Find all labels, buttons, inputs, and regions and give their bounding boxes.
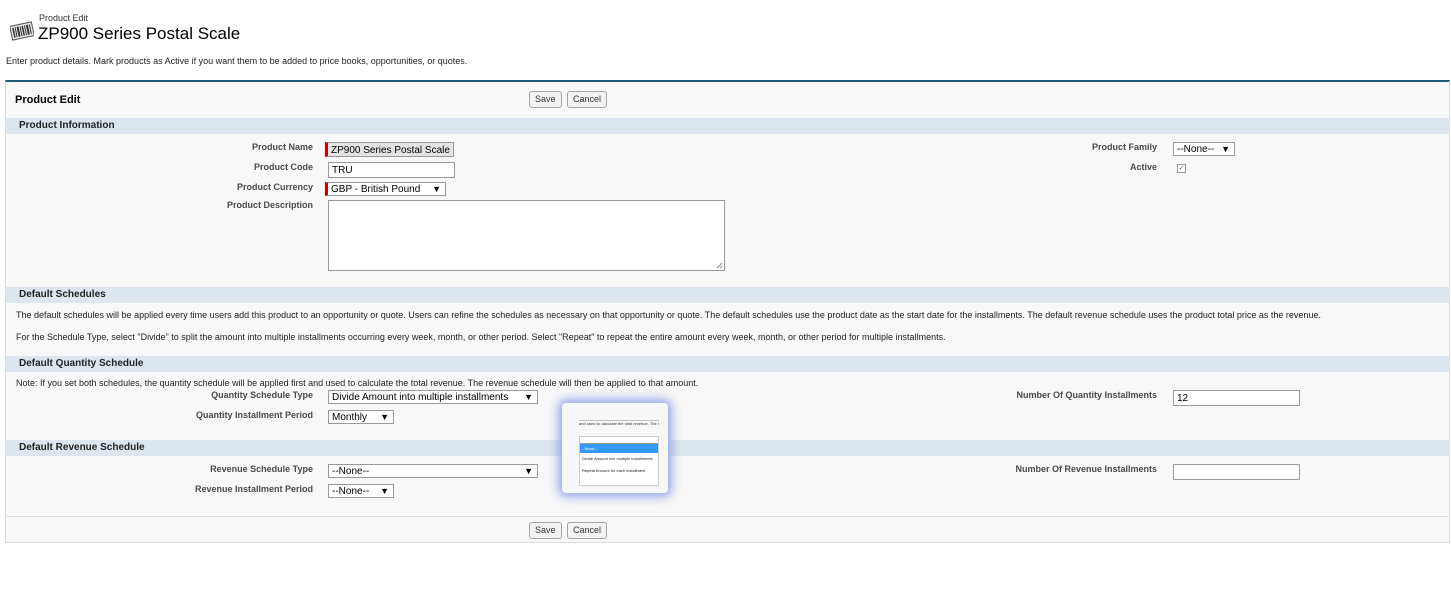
- popup-option-repeat[interactable]: Repeat Amount for each installment: [580, 465, 658, 477]
- chevron-down-icon: ▼: [380, 412, 389, 422]
- revenue-installments-input[interactable]: [1173, 464, 1300, 480]
- revenue-installments-label: Number Of Revenue Installments: [1015, 464, 1157, 474]
- chevron-down-icon: ▼: [432, 184, 441, 194]
- product-currency-value: GBP - British Pound: [331, 184, 421, 195]
- product-currency-label: Product Currency: [236, 182, 313, 192]
- revenue-schedule-type-select[interactable]: --None-- ▼: [328, 464, 538, 478]
- chevron-down-icon: ▼: [524, 392, 533, 402]
- cancel-button-bottom[interactable]: Cancel: [567, 522, 608, 539]
- schedules-description-1: The default schedules will be applied ev…: [16, 310, 1321, 320]
- product-family-label: Product Family: [1091, 142, 1157, 152]
- check-icon: ✓: [1178, 165, 1185, 172]
- intro-text: Enter product details. Mark products as …: [6, 56, 468, 66]
- revenue-schedule-type-value: --None--: [332, 466, 370, 477]
- product-description-label: Product Description: [226, 200, 313, 210]
- quantity-schedule-type-value: Divide Amount into multiple installments: [332, 392, 509, 403]
- product-name-label: Product Name: [251, 142, 313, 152]
- chevron-down-icon: ▼: [380, 486, 389, 496]
- page-title: ZP900 Series Postal Scale: [38, 24, 241, 43]
- product-description-textarea[interactable]: [328, 200, 725, 271]
- revenue-installment-period-value: --None--: [332, 486, 370, 497]
- quantity-schedule-type-select[interactable]: Divide Amount into multiple installments…: [328, 390, 538, 404]
- active-checkbox[interactable]: ✓: [1177, 164, 1186, 173]
- section-product-information: Product Information: [6, 118, 1450, 134]
- quantity-installment-period-value: Monthly: [332, 412, 368, 423]
- chevron-down-icon: ▼: [1221, 144, 1230, 154]
- barcode-icon: [10, 21, 34, 41]
- quantity-schedule-type-label: Quantity Schedule Type: [211, 390, 313, 400]
- product-name-value: ZP900 Series Postal Scale: [331, 145, 450, 156]
- product-currency-select[interactable]: GBP - British Pound ▼: [325, 182, 446, 196]
- panel-title: Product Edit: [15, 94, 81, 106]
- quantity-schedule-note: Note: If you set both schedules, the qua…: [16, 378, 699, 388]
- section-default-revenue-schedule: Default Revenue Schedule: [6, 440, 1450, 456]
- popup-option-none[interactable]: --None--: [580, 444, 658, 453]
- product-family-value: --None--: [1177, 144, 1215, 155]
- dropdown-zoom-popup: and used to calculate the total revenue.…: [562, 403, 668, 493]
- product-name-input[interactable]: ZP900 Series Postal Scale: [325, 142, 454, 157]
- revenue-installment-period-label: Revenue Installment Period: [194, 484, 313, 494]
- chevron-down-icon: ▼: [524, 466, 533, 476]
- quantity-installment-period-label: Quantity Installment Period: [195, 410, 313, 420]
- popup-select-preview: [580, 437, 658, 444]
- section-default-schedules: Default Schedules: [6, 287, 1450, 303]
- quantity-installment-period-select[interactable]: Monthly ▼: [328, 410, 394, 424]
- product-code-label: Product Code: [253, 162, 313, 172]
- revenue-installment-period-select[interactable]: --None-- ▼: [328, 484, 394, 498]
- bottom-divider: [6, 516, 1450, 517]
- popup-option-divide[interactable]: Divide Amount into multiple installments: [580, 453, 658, 465]
- product-code-value: TRU: [332, 165, 353, 176]
- product-code-input[interactable]: TRU: [328, 162, 455, 178]
- active-label: Active: [1129, 162, 1157, 172]
- save-button-top[interactable]: Save: [529, 91, 562, 108]
- breadcrumb: Product Edit: [39, 13, 89, 23]
- section-default-quantity-schedule: Default Quantity Schedule: [6, 356, 1450, 372]
- quantity-installments-input[interactable]: 12: [1173, 390, 1300, 406]
- resize-handle-icon[interactable]: [716, 262, 723, 269]
- product-family-select[interactable]: --None-- ▼: [1173, 142, 1235, 156]
- quantity-installments-label: Number Of Quantity Installments: [1016, 390, 1157, 400]
- popup-caption: and used to calculate the total revenue.…: [579, 420, 659, 433]
- popup-listbox: --None-- Divide Amount into multiple ins…: [579, 436, 659, 486]
- cancel-button-top[interactable]: Cancel: [567, 91, 608, 108]
- save-button-bottom[interactable]: Save: [529, 522, 562, 539]
- revenue-schedule-type-label: Revenue Schedule Type: [210, 464, 313, 474]
- schedules-description-2: For the Schedule Type, select "Divide" t…: [16, 332, 946, 342]
- quantity-installments-value: 12: [1177, 393, 1189, 404]
